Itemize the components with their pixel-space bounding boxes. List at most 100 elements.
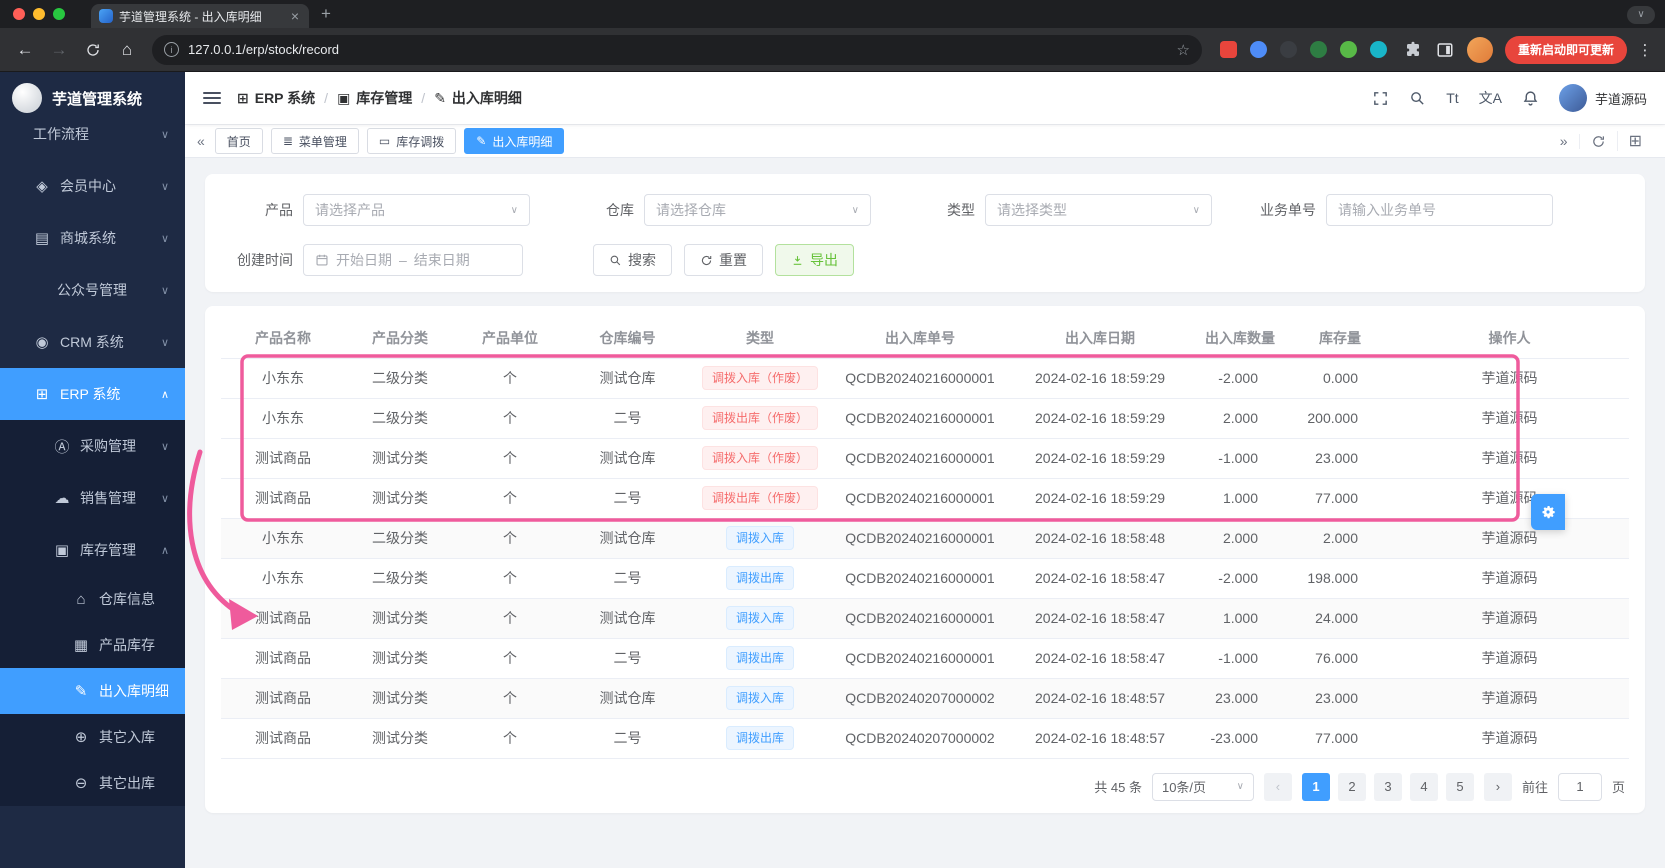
sidebar-item-crm-system[interactable]: ◉ CRM 系统 ∨ <box>0 316 185 368</box>
tags-collapse-left-icon[interactable]: « <box>197 133 205 149</box>
goto-page-input[interactable] <box>1557 772 1602 801</box>
reload-icon[interactable] <box>78 35 108 65</box>
cell-stock: 0.000 <box>1290 358 1390 399</box>
home-icon[interactable]: ⌂ <box>112 35 142 65</box>
cell-unit: 个 <box>455 558 565 599</box>
browser-menu-kebab-icon[interactable]: ⋮ <box>1635 41 1655 59</box>
next-page-button[interactable]: › <box>1483 772 1512 801</box>
sidebar-item-purchase[interactable]: Ⓐ 采购管理 ∨ <box>0 420 185 472</box>
column-header: 仓库编号 <box>565 318 690 359</box>
page-button-3[interactable]: 3 <box>1373 772 1402 801</box>
zoom-window-button[interactable] <box>53 8 65 20</box>
extension-red-icon[interactable] <box>1219 41 1237 58</box>
warehouse-select[interactable]: 请选择仓库 ∨ <box>644 194 871 226</box>
breadcrumb-item[interactable]: ▣ 库存管理 <box>337 88 412 108</box>
minimize-window-button[interactable] <box>33 8 45 20</box>
table-row: 测试商品 测试分类个测试仓库 调拨入库 QCDB20240216000001 2024-… <box>221 598 1629 639</box>
extension-dark-green-icon[interactable] <box>1309 41 1327 58</box>
site-info-icon[interactable]: i <box>164 42 179 57</box>
user-menu[interactable]: 芋道源码 <box>1558 84 1647 112</box>
extension-teal-icon[interactable] <box>1369 41 1387 58</box>
search-icon <box>610 255 621 265</box>
sidebar-item-warehouse-info[interactable]: ⌂ 仓库信息 <box>0 576 185 622</box>
forward-icon[interactable]: → <box>44 35 74 65</box>
breadcrumb-item[interactable]: ✎ 出入库明细 <box>434 88 522 108</box>
record-pen-icon: ✎ <box>476 134 487 148</box>
notification-bell-icon[interactable] <box>1522 90 1539 107</box>
url-text[interactable]: 127.0.0.1/erp/stock/record <box>188 42 1168 57</box>
filter-warehouse: 仓库 请选择仓库 ∨ <box>570 194 871 226</box>
breadcrumb-item[interactable]: ⊞ ERP 系统 <box>237 88 315 108</box>
back-icon[interactable]: ← <box>10 35 40 65</box>
product-select[interactable]: 请选择产品 ∨ <box>303 194 530 226</box>
layout-grid-icon[interactable]: ⊞ <box>1616 131 1653 151</box>
reset-button[interactable]: 重置 <box>684 244 763 276</box>
sidebar-item-mall-system[interactable]: ▤ 商城系统 ∨ <box>0 212 185 264</box>
tab-close-icon[interactable]: × <box>289 8 301 24</box>
sidebar-item-other-in[interactable]: ⊕ 其它入库 <box>0 714 185 760</box>
page-size-value: 10条/页 <box>1161 780 1207 795</box>
bookmark-star-icon[interactable]: ☆ <box>1177 41 1190 59</box>
warehouse-label: 仓库 <box>606 202 634 218</box>
url-bar[interactable]: i 127.0.0.1/erp/stock/record ☆ <box>152 34 1202 65</box>
folder-icon: ▭ <box>378 134 391 148</box>
sidebar-item-erp-system[interactable]: ⊞ ERP 系统 ∧ <box>0 368 185 420</box>
fullscreen-icon[interactable] <box>1372 90 1389 107</box>
pagination: 共 45 条 10条/页 ∨ ‹ 12345 › 前往 页 <box>221 772 1629 801</box>
tags-collapse-right-icon[interactable]: » <box>1549 133 1579 149</box>
date-range-picker[interactable]: 开始日期 – 结束日期 <box>303 244 523 276</box>
new-tab-button[interactable]: + <box>321 4 331 24</box>
side-panel-icon[interactable] <box>1431 36 1459 64</box>
settings-gear-button[interactable] <box>1531 494 1565 530</box>
cell-stock: 2.000 <box>1290 518 1390 559</box>
logo-avatar <box>12 83 42 113</box>
translate-icon[interactable]: 文A <box>1479 88 1502 108</box>
page-size-select[interactable]: 10条/页 ∨ <box>1151 772 1254 801</box>
biz-no-input[interactable] <box>1326 194 1553 226</box>
prev-page-button[interactable]: ‹ <box>1263 772 1292 801</box>
browser-tab[interactable]: 芋道管理系统 - 出入库明细 × <box>91 4 309 28</box>
font-size-icon[interactable]: Tt <box>1446 90 1458 106</box>
table-row: 测试商品 测试分类个测试仓库 调拨入库（作废） QCDB20240216000001 2… <box>221 438 1629 479</box>
page-button-5[interactable]: 5 <box>1445 772 1474 801</box>
tag-stock-move[interactable]: ▭ 库存调拨 <box>366 128 457 154</box>
cell-category: 测试分类 <box>345 678 455 719</box>
cell-quantity: 1.000 <box>1190 478 1290 519</box>
tags-refresh-icon[interactable] <box>1578 133 1617 149</box>
search-button[interactable]: 搜索 <box>593 244 672 276</box>
cell-warehouse: 二号 <box>565 398 690 439</box>
sidebar-item-inventory[interactable]: ▣ 库存管理 ∧ <box>0 524 185 576</box>
app-logo[interactable]: 芋道管理系统 <box>0 72 185 124</box>
extension-dark-icon[interactable] <box>1279 41 1297 58</box>
cell-date: 2024-02-16 18:59:29 <box>1010 438 1190 479</box>
type-badge: 调拨入库 <box>725 526 794 550</box>
page-button-1[interactable]: 1 <box>1301 772 1330 801</box>
sidebar-item-mp-admin[interactable]: 公众号管理 ∨ <box>0 264 185 316</box>
goto-label: 前往 <box>1521 780 1548 795</box>
date-separator: – <box>399 252 407 268</box>
sidebar-item-stock-record[interactable]: ✎ 出入库明细 <box>0 668 185 714</box>
extension-green-icon[interactable] <box>1339 41 1357 58</box>
export-button[interactable]: 导出 <box>775 244 854 276</box>
page-button-4[interactable]: 4 <box>1409 772 1438 801</box>
hamburger-icon[interactable] <box>203 91 221 105</box>
tab-search-button[interactable]: ∨ <box>1627 6 1655 24</box>
cell-type: 调拨入库 <box>690 678 830 719</box>
browser-profile-avatar[interactable] <box>1466 36 1493 63</box>
sidebar-item-other-out[interactable]: ⊖ 其它出库 <box>0 760 185 806</box>
extensions-puzzle-icon[interactable] <box>1399 36 1427 64</box>
search-icon[interactable] <box>1409 90 1426 107</box>
table-row: 测试商品 测试分类个测试仓库 调拨入库 QCDB20240207000002 2024-… <box>221 678 1629 719</box>
sidebar-item-member-center[interactable]: ◈ 会员中心 ∨ <box>0 160 185 212</box>
extension-blue-pin-icon[interactable] <box>1249 41 1267 58</box>
type-select[interactable]: 请选择类型 ∨ <box>985 194 1212 226</box>
tag-stock-record[interactable]: ✎ 出入库明细 <box>464 128 565 154</box>
sidebar-item-product-stock[interactable]: ▦ 产品库存 <box>0 622 185 668</box>
tag-menu-admin[interactable]: ≣ 菜单管理 <box>270 128 359 154</box>
tag-home[interactable]: 首页 <box>214 128 263 154</box>
sidebar-item-sales[interactable]: ☁ 销售管理 ∨ <box>0 472 185 524</box>
page-button-2[interactable]: 2 <box>1337 772 1366 801</box>
browser-update-button[interactable]: 重新启动即可更新 <box>1504 35 1627 64</box>
close-window-button[interactable] <box>13 8 25 20</box>
column-header: 出入库单号 <box>830 318 1010 359</box>
